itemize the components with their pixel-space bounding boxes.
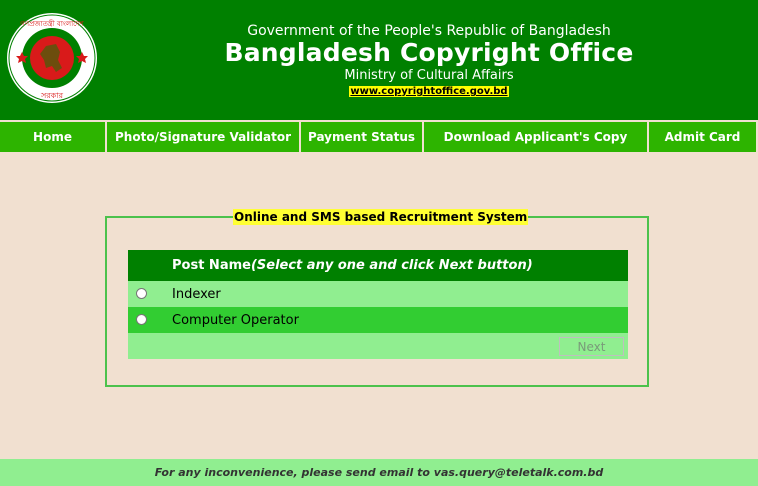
nav-download-applicant-copy[interactable]: Download Applicant's Copy — [424, 122, 647, 152]
nav-payment-status[interactable]: Payment Status — [301, 122, 422, 152]
post-name-hint: (Select any one and click Next button) — [250, 258, 533, 273]
post-name-label: Post Name — [172, 258, 251, 273]
option-label-indexer: Indexer — [172, 286, 221, 302]
ministry-line: Ministry of Cultural Affairs — [344, 68, 514, 83]
government-line: Government of the People's Republic of B… — [247, 23, 611, 39]
site-url-link[interactable]: www.copyrightoffice.gov.bd — [349, 86, 509, 97]
nav-admit-card[interactable]: Admit Card — [649, 122, 756, 152]
nav-home[interactable]: Home — [0, 122, 105, 152]
site-header: গণপ্রজাতন্ত্রী বাংলাদেশ সরকার Government… — [0, 0, 758, 120]
fieldset-legend: Online and SMS based Recruitment System — [233, 209, 529, 225]
site-title: Bangladesh Copyright Office — [224, 38, 634, 67]
main-nav: Home Photo/Signature Validator Payment S… — [0, 122, 758, 153]
option-row-computer-operator[interactable]: Computer Operator — [128, 307, 628, 333]
site-url-wrap: www.copyrightoffice.gov.bd — [0, 83, 758, 98]
next-button[interactable]: Next — [559, 337, 624, 356]
radio-computer-operator[interactable] — [136, 314, 147, 325]
radio-indexer[interactable] — [136, 288, 147, 299]
nav-photo-signature-validator[interactable]: Photo/Signature Validator — [107, 122, 299, 152]
post-name-header: Post Name (Select any one and click Next … — [128, 250, 628, 281]
action-row: Next — [128, 333, 628, 359]
site-footer: For any inconvenience, please send email… — [0, 459, 758, 486]
option-label-computer-operator: Computer Operator — [172, 312, 299, 328]
option-row-indexer[interactable]: Indexer — [128, 281, 628, 307]
